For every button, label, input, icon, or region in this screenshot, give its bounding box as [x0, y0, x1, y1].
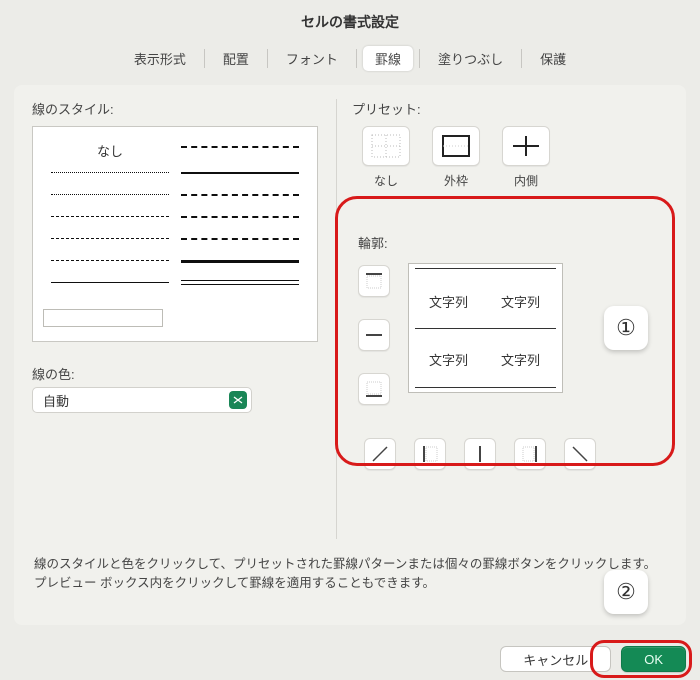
tab-bar: 表示形式 配置 フォント 罫線 塗りつぶし 保護	[0, 46, 700, 79]
selected-line-preview	[43, 309, 163, 327]
annotation-highlight-2	[590, 640, 692, 678]
line-style-thick[interactable]	[175, 249, 305, 271]
line-style-double[interactable]	[175, 271, 305, 293]
line-color-value: 自動	[43, 391, 69, 410]
dialog-title: セルの書式設定	[0, 0, 700, 46]
line-style-dashed[interactable]	[45, 205, 175, 227]
line-style-solid-medium[interactable]	[175, 161, 305, 183]
line-style-dashdot[interactable]	[45, 227, 175, 249]
line-style-picker[interactable]: なし	[32, 126, 318, 342]
format-cells-dialog: セルの書式設定 表示形式 配置 フォント 罫線 塗りつぶし 保護 線のスタイル:…	[0, 0, 700, 680]
line-style-label: 線のスタイル:	[32, 99, 332, 118]
line-style-dashdotdot-med[interactable]	[175, 227, 305, 249]
tab-fill[interactable]: 塗りつぶし	[426, 46, 515, 71]
chevron-down-icon	[229, 391, 247, 409]
preset-none-icon	[371, 134, 401, 158]
line-style-dashed-fine[interactable]	[45, 183, 175, 205]
preset-inside[interactable]: 内側	[502, 126, 550, 189]
line-style-dotted[interactable]	[45, 161, 175, 183]
preset-none[interactable]: なし	[362, 126, 410, 189]
line-color-select[interactable]: 自動	[32, 387, 252, 413]
line-style-thin[interactable]	[45, 271, 175, 293]
annotation-badge-2: ②	[604, 570, 648, 614]
preset-outline[interactable]: 外枠	[432, 126, 480, 189]
presets-label: プリセット:	[352, 99, 668, 118]
annotation-badge-1: ①	[604, 306, 648, 350]
line-color-label: 線の色:	[32, 364, 332, 383]
tab-alignment[interactable]: 配置	[211, 46, 261, 71]
line-style-dashed-medium[interactable]	[175, 183, 305, 205]
line-style-dashdot-med[interactable]	[175, 205, 305, 227]
help-text: 線のスタイルと色をクリックして、プリセットされた罫線パターンまたは個々の罫線ボタ…	[34, 555, 666, 593]
line-style-none[interactable]: なし	[45, 135, 175, 160]
line-style-dashdot-heavy[interactable]	[175, 135, 305, 157]
preset-outline-icon	[441, 134, 471, 158]
preset-inside-icon	[511, 134, 541, 158]
tab-font[interactable]: フォント	[274, 46, 350, 71]
tab-protection[interactable]: 保護	[528, 46, 578, 71]
line-style-dashdotdot[interactable]	[45, 249, 175, 271]
tab-display-format[interactable]: 表示形式	[122, 46, 198, 71]
tab-border[interactable]: 罫線	[363, 46, 413, 71]
